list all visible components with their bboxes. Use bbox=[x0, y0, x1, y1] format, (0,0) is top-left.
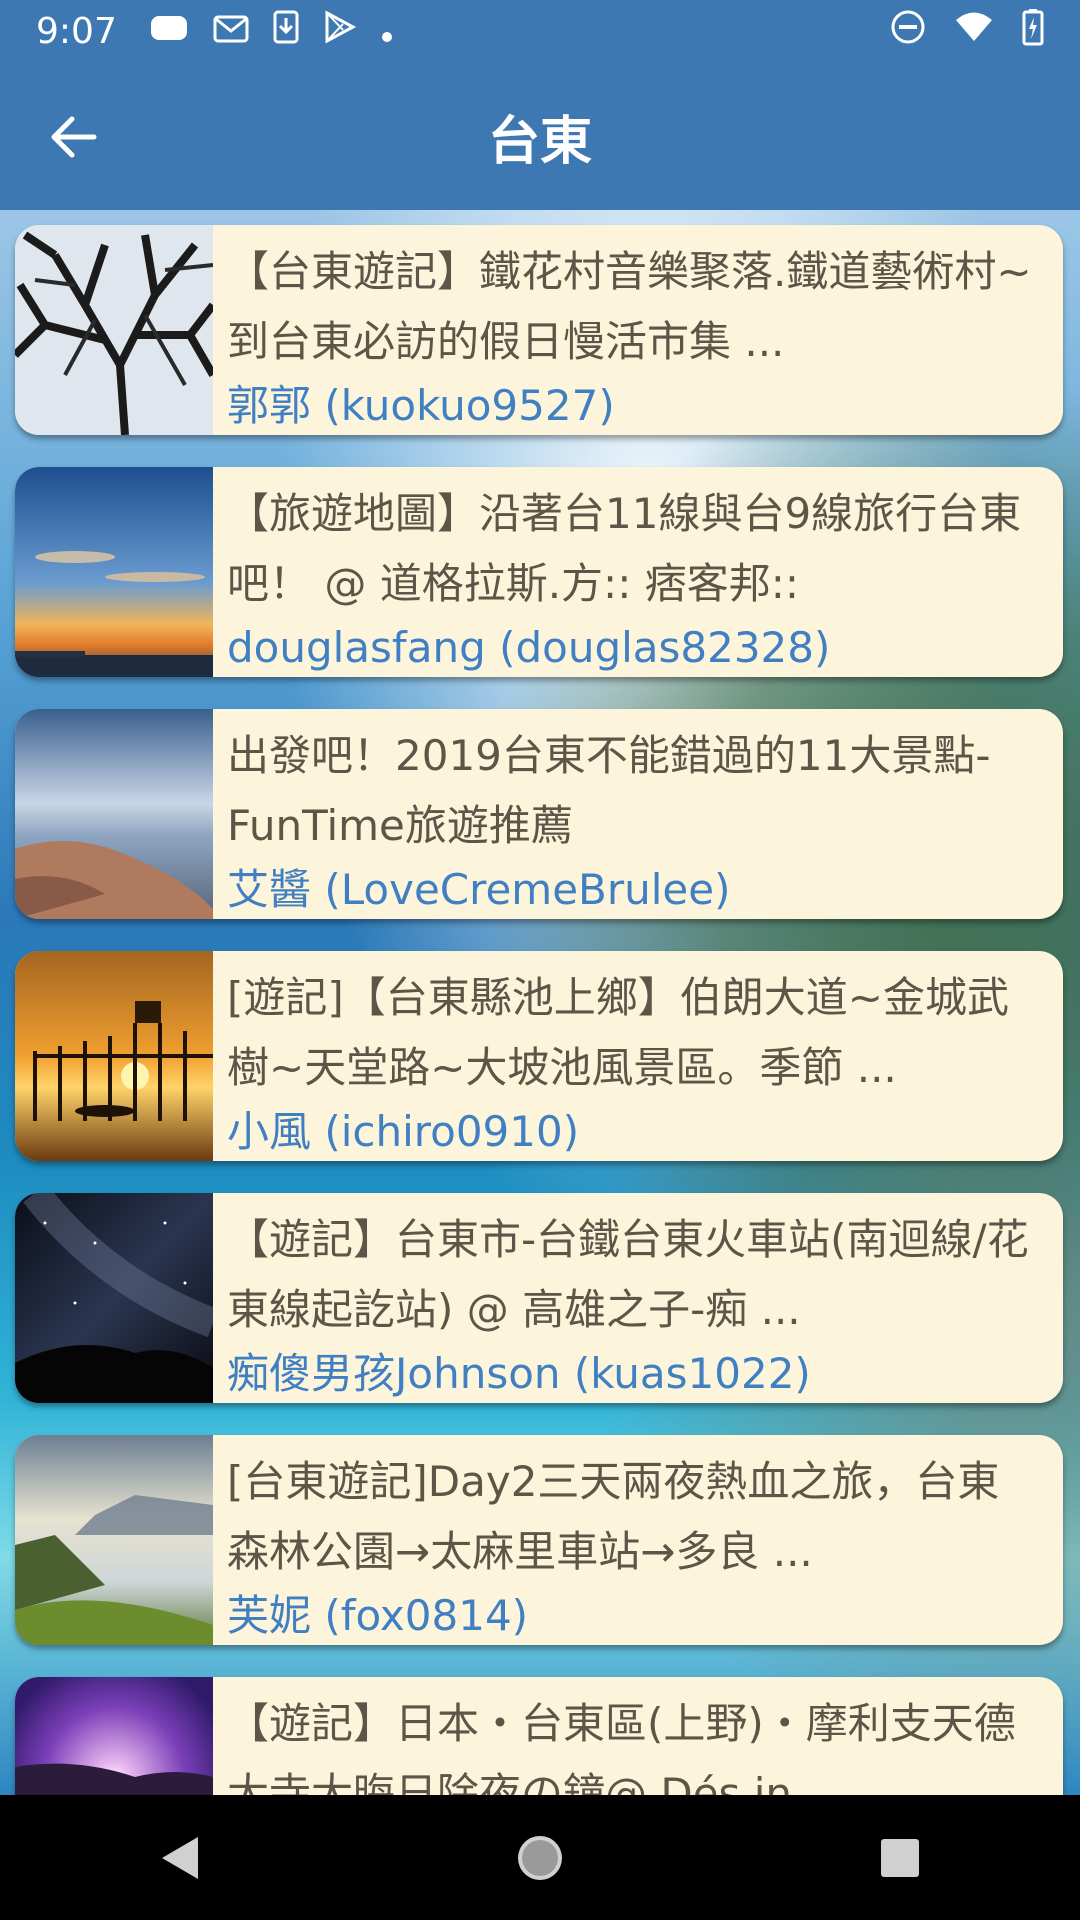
sunset-stilts-thumbnail bbox=[15, 951, 213, 1161]
cloud-icon bbox=[149, 11, 189, 52]
recents-square-icon bbox=[881, 1838, 919, 1877]
item-author: 痴傻男孩Johnson (kuas1022) bbox=[227, 1349, 811, 1398]
item-title: 出發吧！2019台東不能錯過的11大景點- FunTime旅遊推薦 bbox=[227, 731, 991, 850]
item-author: 小風 (ichiro0910) bbox=[227, 1107, 580, 1156]
item-author: 艾醬 (LoveCremeBrulee) bbox=[227, 865, 731, 914]
list-item[interactable]: 【台東遊記】鐵花村音樂聚落.鐵道藝術村~到台東必訪的假日慢活市集 ... 郭郭 … bbox=[15, 225, 1063, 435]
item-text: 【遊記】台東市-台鐵台東火車站(南迴線/花東線起訖站) @ 高雄之子-痴 ...… bbox=[227, 1205, 1041, 1403]
arrow-back-icon bbox=[51, 116, 97, 158]
nav-home-button[interactable] bbox=[495, 1813, 585, 1903]
list-item[interactable]: [台東遊記]Day2三天兩夜熱血之旅，台東森林公園→太麻里車站→多良 ... 芙… bbox=[15, 1435, 1063, 1645]
list-item[interactable]: 【旅遊地圖】沿著台11線與台9線旅行台東吧！ @ 道格拉斯.方:: 痞客邦:: … bbox=[15, 467, 1063, 677]
mountain-clouds-thumbnail bbox=[15, 1435, 213, 1645]
home-circle-icon bbox=[518, 1835, 562, 1880]
wifi-icon bbox=[954, 11, 994, 52]
item-author: douglasfang (douglas82328) bbox=[227, 623, 831, 672]
item-title: 【遊記】台東市-台鐵台東火車站(南迴線/花東線起訖站) @ 高雄之子-痴 ... bbox=[227, 1215, 1029, 1334]
item-text: [遊記]【台東縣池上鄉】伯朗大道~金城武樹~天堂路~大坡池風景區。季節 ... … bbox=[227, 963, 1041, 1161]
rocky-coast-thumbnail bbox=[15, 709, 213, 919]
system-nav-bar bbox=[0, 1795, 1080, 1920]
sunset-pier-thumbnail bbox=[15, 467, 213, 677]
item-title: 【台東遊記】鐵花村音樂聚落.鐵道藝術村~到台東必訪的假日慢活市集 ... bbox=[227, 247, 1032, 366]
item-author: 芙妮 (fox0814) bbox=[227, 1591, 529, 1640]
nav-recents-button[interactable] bbox=[855, 1813, 945, 1903]
list-item[interactable]: 【遊記】日本・台東區(上野)・摩利支天德大寺大晦日除夜の鐘@ Dés in ..… bbox=[15, 1677, 1063, 1795]
bare-tree-thumbnail bbox=[15, 225, 217, 435]
status-bar: 9:07 bbox=[0, 0, 1080, 63]
back-button[interactable] bbox=[44, 107, 104, 167]
item-text: 出發吧！2019台東不能錯過的11大景點- FunTime旅遊推薦 艾醬 (Lo… bbox=[227, 721, 1041, 919]
status-time: 9:07 bbox=[36, 11, 117, 52]
nav-back-button[interactable] bbox=[135, 1813, 225, 1903]
play-store-icon bbox=[323, 10, 357, 53]
milky-way-thumbnail bbox=[15, 1193, 219, 1403]
dot-icon bbox=[381, 11, 393, 52]
do-not-disturb-icon bbox=[890, 9, 926, 54]
item-text: 【遊記】日本・台東區(上野)・摩利支天德大寺大晦日除夜の鐘@ Dés in ..… bbox=[227, 1689, 1041, 1795]
item-title: 【旅遊地圖】沿著台11線與台9線旅行台東吧！ @ 道格拉斯.方:: 痞客邦:: bbox=[227, 489, 1022, 608]
status-right bbox=[890, 8, 1044, 55]
status-left: 9:07 bbox=[36, 10, 393, 53]
battery-icon bbox=[1022, 8, 1044, 55]
gmail-icon bbox=[213, 11, 249, 52]
item-text: [台東遊記]Day2三天兩夜熱血之旅，台東森林公園→太麻里車站→多良 ... 芙… bbox=[227, 1447, 1041, 1645]
purple-sunrise-thumbnail bbox=[15, 1677, 213, 1795]
item-title: 【遊記】日本・台東區(上野)・摩利支天德大寺大晦日除夜の鐘@ Dés in ..… bbox=[227, 1699, 1016, 1795]
item-author: 郭郭 (kuokuo9527) bbox=[227, 381, 615, 430]
list-item[interactable]: 【遊記】台東市-台鐵台東火車站(南迴線/花東線起訖站) @ 高雄之子-痴 ...… bbox=[15, 1193, 1063, 1403]
app-bar: 台東 bbox=[0, 63, 1080, 210]
list-item[interactable]: [遊記]【台東縣池上鄉】伯朗大道~金城武樹~天堂路~大坡池風景區。季節 ... … bbox=[15, 951, 1063, 1161]
article-list[interactable]: 【台東遊記】鐵花村音樂聚落.鐵道藝術村~到台東必訪的假日慢活市集 ... 郭郭 … bbox=[0, 210, 1080, 1795]
back-triangle-icon bbox=[162, 1836, 198, 1879]
download-icon bbox=[273, 10, 299, 53]
item-text: 【台東遊記】鐵花村音樂聚落.鐵道藝術村~到台東必訪的假日慢活市集 ... 郭郭 … bbox=[227, 237, 1041, 435]
item-text: 【旅遊地圖】沿著台11線與台9線旅行台東吧！ @ 道格拉斯.方:: 痞客邦:: … bbox=[227, 479, 1041, 677]
item-title: [台東遊記]Day2三天兩夜熱血之旅，台東森林公園→太麻里車站→多良 ... bbox=[227, 1457, 1000, 1576]
list-item[interactable]: 出發吧！2019台東不能錯過的11大景點- FunTime旅遊推薦 艾醬 (Lo… bbox=[15, 709, 1063, 919]
page-title: 台東 bbox=[487, 112, 592, 172]
item-title: [遊記]【台東縣池上鄉】伯朗大道~金城武樹~天堂路~大坡池風景區。季節 ... bbox=[227, 973, 1009, 1092]
